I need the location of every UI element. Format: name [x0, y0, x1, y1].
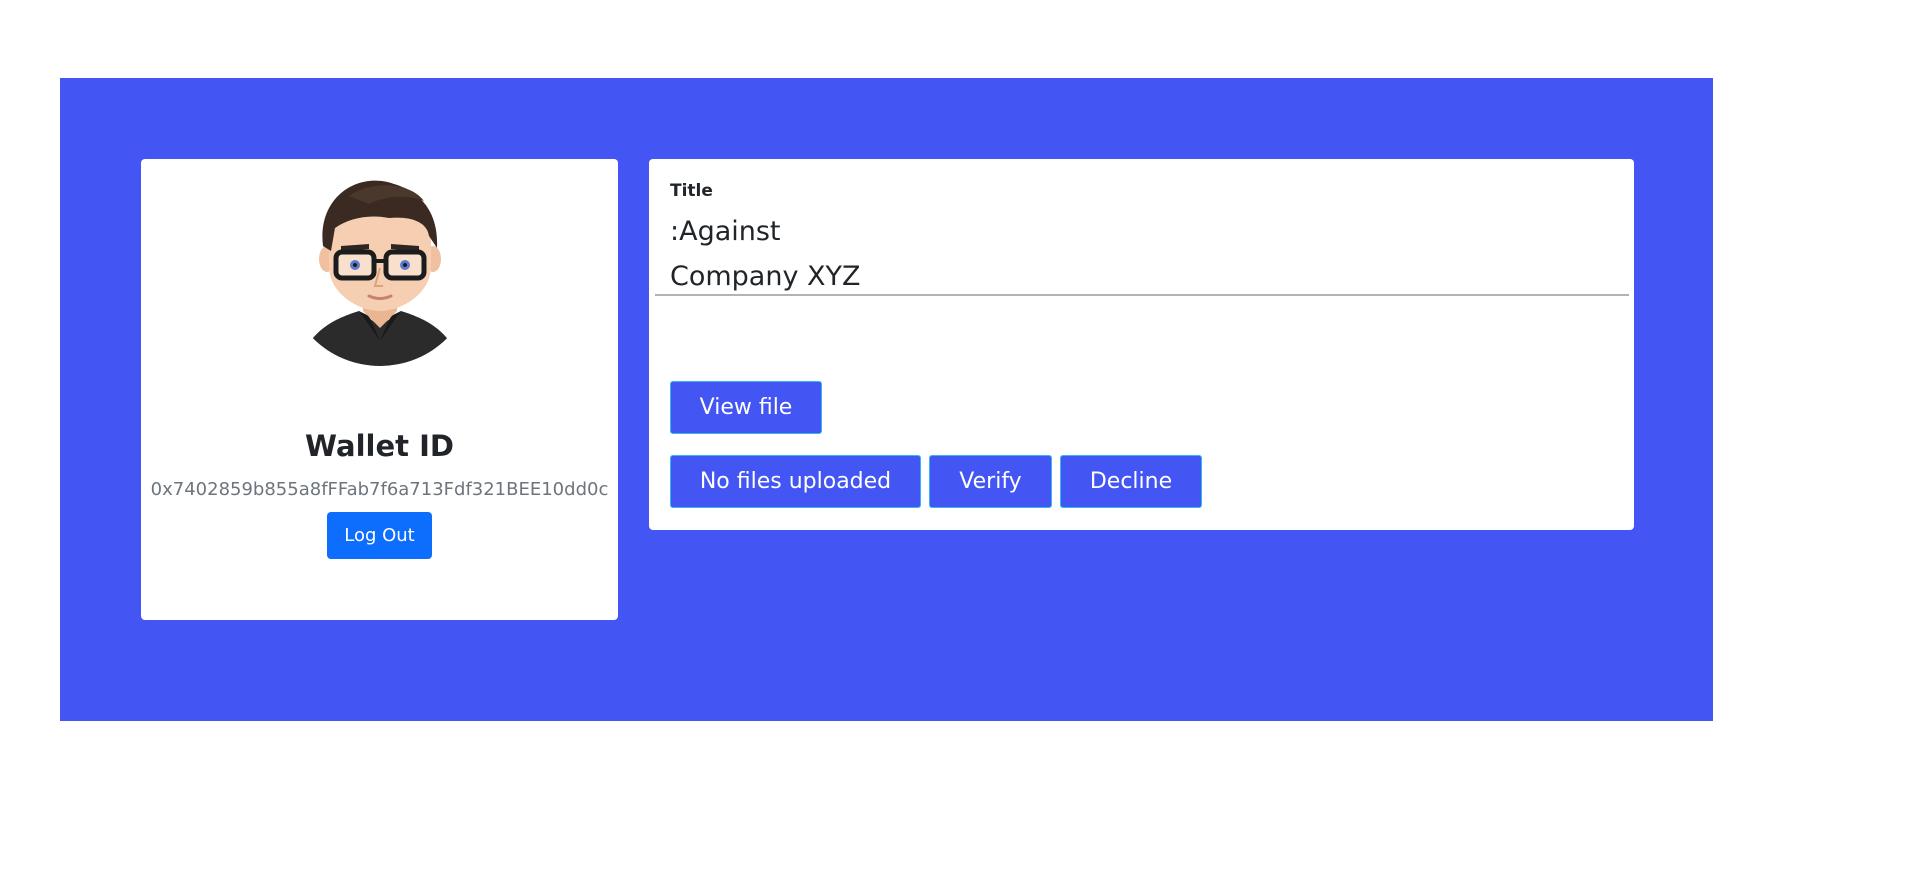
user-avatar-icon [299, 180, 461, 366]
decline-button[interactable]: Decline [1060, 455, 1202, 508]
wallet-id-heading: Wallet ID [305, 429, 454, 463]
case-card: Title :Against Company XYZ View file No … [649, 159, 1634, 530]
wallet-address: 0x7402859b855a8fFFab7f6a713Fdf321BEE10dd… [150, 479, 609, 500]
divider [655, 294, 1629, 296]
no-files-uploaded-button[interactable]: No files uploaded [670, 455, 921, 508]
title-value: :Against Company XYZ [670, 216, 861, 292]
logout-button[interactable]: Log Out [327, 512, 432, 559]
profile-card: Wallet ID 0x7402859b855a8fFFab7f6a713Fdf… [141, 159, 618, 620]
title-label: Title [670, 181, 713, 201]
verify-button[interactable]: Verify [929, 455, 1052, 508]
view-file-button[interactable]: View file [670, 381, 822, 434]
